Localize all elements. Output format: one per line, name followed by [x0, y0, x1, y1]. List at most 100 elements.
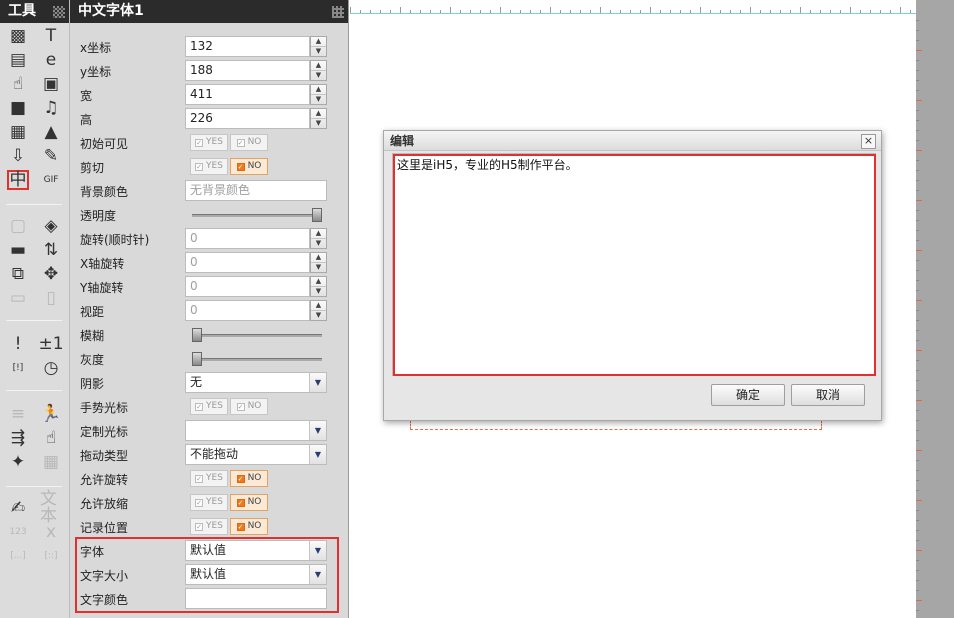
range-slider[interactable]	[192, 352, 322, 366]
copy-icon[interactable]: ⧉	[7, 264, 29, 284]
qrcode-icon[interactable]: ▦	[7, 122, 29, 142]
number-input[interactable]: 411	[185, 84, 310, 105]
shuffle-icon[interactable]: ⇶	[7, 428, 29, 448]
music-icon[interactable]: ♫	[40, 98, 62, 118]
yes-toggle[interactable]: ✓ YES	[190, 518, 228, 535]
yes-toggle[interactable]: ✓ YES	[190, 134, 228, 151]
layers-icon[interactable]: ◈	[40, 216, 62, 236]
picture-icon[interactable]: ▣	[40, 74, 62, 94]
spinner-control[interactable]: ▲ ▼	[310, 84, 327, 105]
ok-button[interactable]: 确定	[711, 384, 785, 406]
video-icon[interactable]: ■	[7, 98, 29, 118]
spin-up-icon[interactable]: ▲	[311, 61, 326, 71]
chevron-down-icon[interactable]: ▼	[309, 373, 326, 392]
no-toggle[interactable]: ✓ NO	[230, 134, 268, 151]
brush-icon[interactable]: ✎	[40, 146, 62, 166]
spin-up-icon[interactable]: ▲	[311, 229, 326, 239]
cancel-button[interactable]: 取消	[791, 384, 865, 406]
no-toggle[interactable]: ✓ NO	[230, 494, 268, 511]
blank-page-icon[interactable]: ▢	[7, 216, 29, 236]
no-toggle[interactable]: ✓ NO	[230, 158, 268, 175]
close-icon[interactable]: ×	[861, 134, 876, 149]
spin-up-icon[interactable]: ▲	[311, 37, 326, 47]
stamp-icon[interactable]: ▲	[40, 122, 62, 142]
dropdown-select[interactable]: 无 ▼	[185, 372, 327, 393]
number-input[interactable]: 0	[185, 252, 310, 273]
yes-toggle[interactable]: ✓ YES	[190, 158, 228, 175]
yes-toggle[interactable]: ✓ YES	[190, 398, 228, 415]
spinner-control[interactable]: ▲ ▼	[310, 36, 327, 57]
chevron-down-icon[interactable]: ▼	[309, 421, 326, 440]
spin-down-icon[interactable]: ▼	[311, 287, 326, 296]
grip-icon[interactable]	[332, 6, 344, 18]
no-toggle[interactable]: ✓ NO	[230, 398, 268, 415]
timer-icon[interactable]: ◷	[40, 358, 62, 378]
slider-thumb[interactable]	[192, 328, 202, 342]
number-input[interactable]: 0	[185, 228, 310, 249]
download-icon[interactable]: ⇩	[7, 146, 29, 166]
document-icon[interactable]: ▤	[7, 50, 29, 70]
spin-down-icon[interactable]: ▼	[311, 311, 326, 320]
dots-bracket-icon[interactable]: [::]	[40, 546, 62, 566]
number-input[interactable]: 0	[185, 276, 310, 297]
bracket-icon[interactable]: [!]	[7, 358, 29, 378]
spinner-control[interactable]: ▲ ▼	[310, 300, 327, 321]
runner-icon[interactable]: 🏃	[40, 404, 62, 424]
spin-down-icon[interactable]: ▼	[311, 95, 326, 104]
spin-up-icon[interactable]: ▲	[311, 301, 326, 311]
dropdown-select[interactable]: ▼	[185, 420, 327, 441]
number-input[interactable]: 226	[185, 108, 310, 129]
image-icon[interactable]: ▩	[7, 26, 29, 46]
move-icon[interactable]: ✥	[40, 264, 62, 284]
note-edit-icon[interactable]: ✍	[7, 498, 29, 518]
monitor-icon[interactable]: ▭	[7, 288, 29, 308]
spinner-control[interactable]: ▲ ▼	[310, 108, 327, 129]
number-input[interactable]: 188	[185, 60, 310, 81]
sliders-icon[interactable]: ≡	[7, 404, 29, 424]
spin-down-icon[interactable]: ▼	[311, 71, 326, 80]
yes-toggle[interactable]: ✓ YES	[190, 470, 228, 487]
tablet-icon[interactable]: ▯	[40, 288, 62, 308]
magic-wand-icon[interactable]: ✦	[7, 452, 29, 472]
number-input[interactable]: 0	[185, 300, 310, 321]
spin-up-icon[interactable]: ▲	[311, 109, 326, 119]
edit-text-icon[interactable]: e	[40, 50, 62, 70]
touch-icon[interactable]: ☝	[7, 74, 29, 94]
folder-icon[interactable]: ▬	[7, 240, 29, 260]
spinner-control[interactable]: ▲ ▼	[310, 252, 327, 273]
no-toggle[interactable]: ✓ NO	[230, 470, 268, 487]
table-icon[interactable]: ▦	[40, 452, 62, 472]
variable-x-icon[interactable]: x	[40, 522, 62, 542]
yes-toggle[interactable]: ✓ YES	[190, 494, 228, 511]
slider-thumb[interactable]	[312, 208, 322, 222]
spin-up-icon[interactable]: ▲	[311, 277, 326, 287]
spin-down-icon[interactable]: ▼	[311, 239, 326, 248]
alert-icon[interactable]: !	[7, 334, 29, 354]
spin-down-icon[interactable]: ▼	[311, 47, 326, 56]
slider-thumb[interactable]	[192, 352, 202, 366]
spinner-control[interactable]: ▲ ▼	[310, 60, 327, 81]
chinese-font-icon[interactable]: 中	[7, 170, 29, 190]
sort-icon[interactable]: ⇅	[40, 240, 62, 260]
text-icon[interactable]: T	[40, 26, 62, 46]
range-slider[interactable]	[192, 328, 322, 342]
hand-pointer-icon[interactable]: ☝	[40, 428, 62, 448]
spinner-control[interactable]: ▲ ▼	[310, 276, 327, 297]
spin-down-icon[interactable]: ▼	[311, 119, 326, 128]
spinner-control[interactable]: ▲ ▼	[310, 228, 327, 249]
number-icon[interactable]: 123	[7, 522, 29, 542]
ellipsis-bracket-icon[interactable]: [...]	[7, 546, 29, 566]
chevron-down-icon[interactable]: ▼	[309, 445, 326, 464]
spin-down-icon[interactable]: ▼	[311, 263, 326, 272]
no-toggle[interactable]: ✓ NO	[230, 518, 268, 535]
spin-up-icon[interactable]: ▲	[311, 85, 326, 95]
number-input[interactable]: 132	[185, 36, 310, 57]
color-picker[interactable]: 无背景颜色	[185, 180, 327, 201]
dropdown-select[interactable]: 不能拖动 ▼	[185, 444, 327, 465]
range-slider[interactable]	[192, 208, 322, 222]
gif-icon[interactable]: GIF	[40, 170, 62, 190]
textbox-icon[interactable]: 文本	[40, 491, 62, 525]
plus-minus-icon[interactable]: ±1	[38, 334, 63, 354]
grip-icon[interactable]	[53, 6, 65, 18]
spin-up-icon[interactable]: ▲	[311, 253, 326, 263]
